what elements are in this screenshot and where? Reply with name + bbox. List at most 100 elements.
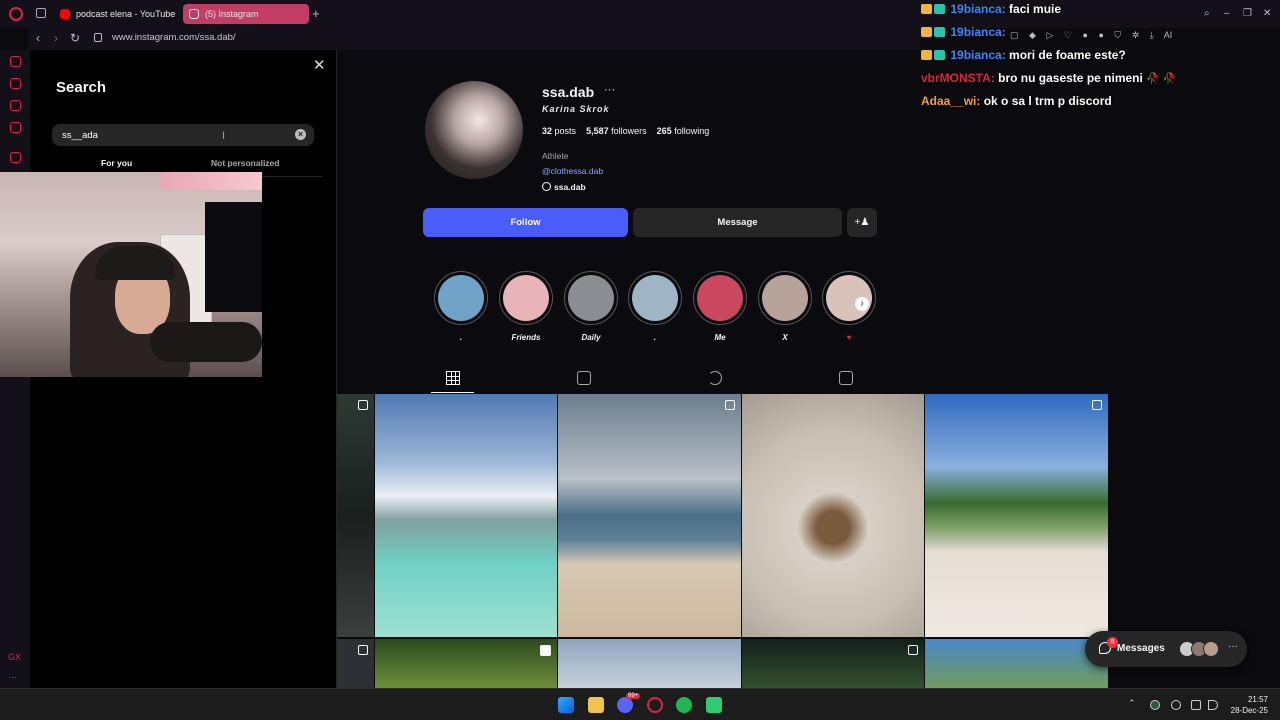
tray-app-icon[interactable]: [1150, 700, 1160, 710]
search-input-value[interactable]: ss__ada: [62, 130, 98, 141]
chat-message: 19bianca: faci muie: [921, 2, 1061, 16]
post-thumbnail[interactable]: [742, 639, 924, 688]
back-icon[interactable]: ‹: [36, 31, 40, 45]
volume-icon[interactable]: [1208, 700, 1218, 710]
opera-logo-icon[interactable]: [9, 7, 23, 21]
puzzle-icon[interactable]: ✲: [1132, 30, 1140, 40]
post-thumbnail[interactable]: [375, 639, 557, 688]
chat-text: bro nu gaseste pe nimeni: [998, 71, 1143, 85]
tab-instagram[interactable]: (5) Instagram: [183, 4, 309, 24]
post-thumbnail[interactable]: [337, 394, 374, 637]
threads-link[interactable]: ssa.dab: [542, 182, 586, 192]
sidebar-discord-icon[interactable]: [10, 100, 21, 111]
file-explorer-icon[interactable]: [588, 697, 604, 713]
highlight-cover: [632, 275, 678, 321]
discord-icon[interactable]: [617, 697, 633, 713]
network-icon[interactable]: [1191, 700, 1201, 710]
spotify-icon[interactable]: [676, 697, 692, 713]
workspaces-icon[interactable]: [36, 8, 46, 18]
carousel-icon: [358, 400, 368, 410]
sidebar-mail-icon[interactable]: [10, 122, 21, 133]
highlight-label: .: [459, 333, 463, 342]
highlight-cover: [568, 275, 614, 321]
heart-icon[interactable]: ♡: [1064, 30, 1072, 40]
tagged-icon[interactable]: [839, 371, 853, 385]
microphone-icon[interactable]: [1171, 700, 1181, 710]
reels-icon[interactable]: [577, 371, 591, 385]
followers-stat[interactable]: 5,587 followers: [586, 126, 647, 136]
tray-chevron-icon[interactable]: ⌃: [1128, 698, 1138, 708]
sidebar-shop-icon[interactable]: [10, 78, 21, 89]
story-highlight[interactable]: Friends: [499, 271, 553, 344]
app-icon[interactable]: [706, 697, 722, 713]
suggested-users-button[interactable]: +♟: [847, 208, 877, 237]
sidebar-history-icon[interactable]: [10, 56, 21, 67]
url-field[interactable]: www.instagram.com/ssa.dab/: [112, 32, 236, 43]
highlight-cover: [697, 275, 743, 321]
message-button[interactable]: Message: [633, 208, 842, 237]
story-highlight[interactable]: X: [758, 271, 812, 344]
windows-start-icon[interactable]: [558, 697, 574, 713]
search-tabs-icon[interactable]: ⌕: [1204, 8, 1210, 19]
following-stat[interactable]: 265 following: [657, 126, 710, 136]
story-highlight[interactable]: .: [628, 271, 682, 344]
play-icon[interactable]: ▷: [1046, 30, 1053, 40]
highlight-label: Me: [714, 333, 726, 342]
tab-for-you[interactable]: For you: [101, 158, 132, 168]
carousel-icon: [1092, 400, 1102, 410]
more-icon[interactable]: ···: [1228, 641, 1238, 652]
chat-text: ok o sa l trm p discord: [983, 94, 1112, 108]
post-thumbnail[interactable]: [742, 394, 924, 637]
post-thumbnail[interactable]: [375, 394, 557, 637]
bio-mention-link[interactable]: @clothessa.dab: [542, 166, 603, 176]
highlight-label: Daily: [581, 333, 601, 342]
sidebar-more-icon[interactable]: ···: [8, 672, 17, 682]
highlight-label: ♥: [846, 333, 852, 342]
clear-search-button[interactable]: ×: [295, 129, 306, 140]
minimize-icon[interactable]: –: [1224, 8, 1230, 19]
rose-emote: 🥀 🥀: [1146, 73, 1177, 85]
story-highlight[interactable]: Me: [693, 271, 747, 344]
gift-badge-icon: [934, 27, 945, 37]
post-thumbnail[interactable]: [925, 639, 1108, 688]
reload-icon[interactable]: ↻: [70, 31, 80, 45]
new-tab-button[interactable]: +: [312, 6, 320, 21]
download-icon[interactable]: ⤓: [1150, 30, 1154, 40]
streamer-hair: [95, 246, 175, 280]
messages-button[interactable]: 5 Messages ···: [1085, 631, 1247, 667]
profile-avatar[interactable]: [425, 81, 523, 179]
extension-icon[interactable]: ●: [1083, 30, 1088, 40]
sidebar-gx-label[interactable]: GX: [8, 652, 21, 662]
post-thumbnail[interactable]: [558, 639, 741, 688]
ai-button[interactable]: AI: [1164, 30, 1173, 40]
post-thumbnail[interactable]: [558, 394, 741, 637]
extension-icon[interactable]: ◆: [1029, 30, 1036, 40]
tab-youtube[interactable]: podcast elena - YouTube: [54, 4, 182, 24]
extension-icon[interactable]: ▢: [1010, 30, 1019, 40]
maximize-icon[interactable]: ❐: [1243, 8, 1252, 19]
tab-not-personalized[interactable]: Not personalized: [211, 158, 279, 168]
story-highlight[interactable]: Daily: [564, 271, 618, 344]
text-cursor-icon: I: [222, 130, 226, 142]
sidebar-twitch-icon[interactable]: [10, 152, 21, 163]
story-highlight[interactable]: .: [434, 271, 488, 344]
search-input[interactable]: ss__ada ×: [52, 124, 314, 146]
close-icon[interactable]: ✕: [313, 56, 326, 74]
post-thumbnail[interactable]: [925, 394, 1108, 637]
posts-grid-icon[interactable]: [446, 371, 460, 385]
reposts-icon[interactable]: [708, 371, 722, 385]
system-clock[interactable]: 21:57 28-Dec-25: [1226, 694, 1268, 716]
extension-icon[interactable]: ●: [1098, 30, 1103, 40]
highlight-label: Friends: [511, 333, 541, 342]
shield-icon[interactable]: ⛉: [1114, 30, 1121, 40]
opera-gx-icon[interactable]: [647, 697, 663, 713]
close-window-icon[interactable]: ✕: [1263, 8, 1271, 19]
profile-options-button[interactable]: ···: [604, 84, 615, 96]
forward-icon[interactable]: ›: [54, 31, 58, 45]
highlights-next-button[interactable]: ›: [855, 297, 869, 311]
follow-button[interactable]: Follow: [423, 208, 628, 237]
browser-tab-bar: podcast elena - YouTube (5) Instagram + …: [0, 0, 1280, 28]
chat-text: mori de foame este?: [1009, 48, 1126, 62]
gift-badge-icon: [934, 4, 945, 14]
post-thumbnail[interactable]: [337, 639, 374, 688]
